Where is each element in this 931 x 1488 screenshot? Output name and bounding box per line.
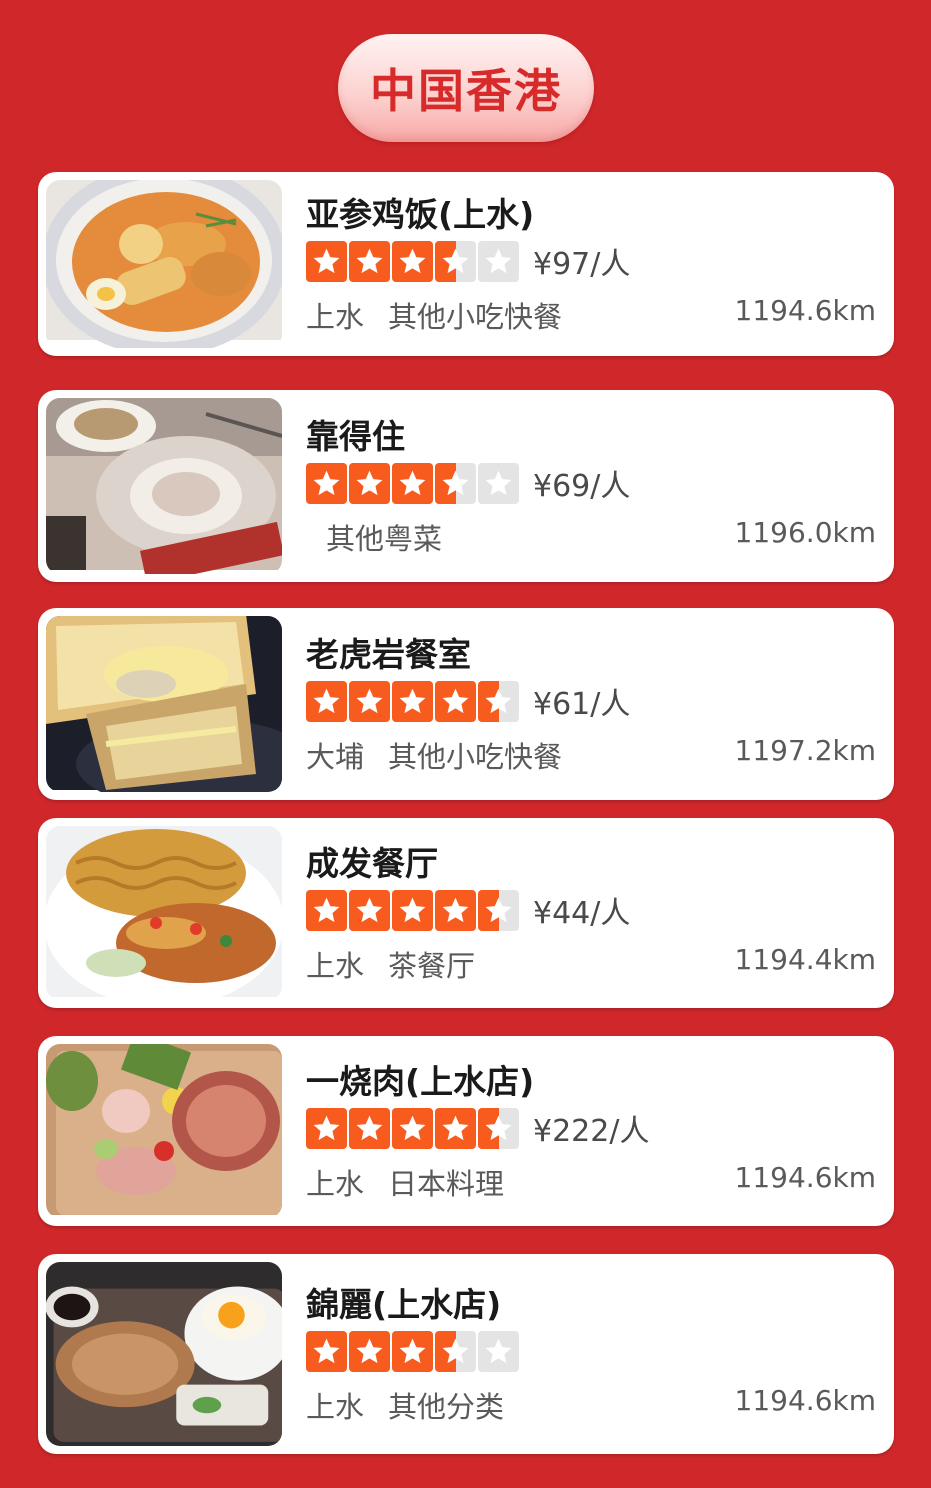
rating-star-icon bbox=[435, 240, 476, 282]
restaurant-meta: 上水 茶餐厅 bbox=[306, 943, 475, 985]
price-per-person: ¥69/人 bbox=[533, 469, 631, 504]
rating-star-icon bbox=[478, 1107, 519, 1149]
restaurant-meta: 上水 其他小吃快餐 bbox=[306, 294, 562, 336]
rating-row: ¥222/人 bbox=[306, 1107, 649, 1149]
restaurant-info: 老虎岩餐室 ¥61/人大埔 其他小吃快餐 1197.2km bbox=[306, 608, 876, 800]
area-label: 上水 bbox=[306, 949, 365, 983]
restaurant-photo[interactable] bbox=[46, 1044, 282, 1218]
rating-star-icon bbox=[435, 462, 476, 504]
star-rating bbox=[306, 240, 519, 282]
rating-star-icon bbox=[349, 1330, 390, 1372]
rating-star-icon bbox=[306, 1107, 347, 1149]
rating-star-icon bbox=[435, 1330, 476, 1372]
rating-star-icon bbox=[306, 462, 347, 504]
restaurant-meta: 上水 其他分类 bbox=[306, 1384, 504, 1426]
price-per-person: ¥222/人 bbox=[533, 1114, 650, 1149]
restaurant-info: 錦麗(上水店) 上水 其他分类 1194.6km bbox=[306, 1254, 876, 1454]
star-rating bbox=[306, 889, 519, 931]
distance-label: 1194.4km bbox=[734, 943, 876, 976]
restaurant-info: 靠得住 ¥69/人其他粤菜 1196.0km bbox=[306, 390, 876, 582]
area-label: 上水 bbox=[306, 1167, 365, 1201]
category-label: 其他分类 bbox=[388, 1390, 505, 1424]
distance-label: 1194.6km bbox=[734, 1384, 876, 1417]
rating-star-icon bbox=[478, 240, 519, 282]
rating-star-icon bbox=[435, 1107, 476, 1149]
rating-star-icon bbox=[435, 680, 476, 722]
rating-star-icon bbox=[306, 889, 347, 931]
rating-star-icon bbox=[435, 889, 476, 931]
restaurant-card[interactable]: 老虎岩餐室 ¥61/人大埔 其他小吃快餐 1197.2km bbox=[38, 608, 894, 800]
rating-row: ¥44/人 bbox=[306, 889, 630, 931]
rating-star-icon bbox=[392, 462, 433, 504]
price-per-person: ¥61/人 bbox=[533, 687, 631, 722]
star-rating bbox=[306, 1107, 519, 1149]
category-label: 其他小吃快餐 bbox=[388, 740, 563, 774]
restaurant-name: 成发餐厅 bbox=[306, 844, 438, 883]
distance-label: 1197.2km bbox=[734, 734, 876, 767]
category-label: 其他粤菜 bbox=[326, 522, 443, 556]
distance-label: 1194.6km bbox=[734, 294, 876, 327]
region-title: 中国香港 bbox=[370, 64, 562, 118]
rating-star-icon bbox=[478, 680, 519, 722]
rating-star-icon bbox=[392, 1330, 433, 1372]
distance-label: 1194.6km bbox=[734, 1161, 876, 1194]
rating-star-icon bbox=[478, 1330, 519, 1372]
rating-star-icon bbox=[349, 462, 390, 504]
restaurant-info: 亚参鸡饭(上水) ¥97/人上水 其他小吃快餐 1194.6km bbox=[306, 172, 876, 356]
restaurant-card[interactable]: 亚参鸡饭(上水) ¥97/人上水 其他小吃快餐 1194.6km bbox=[38, 172, 894, 356]
rating-star-icon bbox=[349, 680, 390, 722]
rating-star-icon bbox=[478, 462, 519, 504]
category-label: 日本料理 bbox=[388, 1167, 505, 1201]
restaurant-card[interactable]: 靠得住 ¥69/人其他粤菜 1196.0km bbox=[38, 390, 894, 582]
restaurant-card[interactable]: 錦麗(上水店) 上水 其他分类 1194.6km bbox=[38, 1254, 894, 1454]
rating-star-icon bbox=[306, 1330, 347, 1372]
rating-row: ¥61/人 bbox=[306, 680, 630, 722]
category-label: 其他小吃快餐 bbox=[388, 300, 563, 334]
restaurant-info: 成发餐厅 ¥44/人上水 茶餐厅 1194.4km bbox=[306, 818, 876, 1008]
rating-star-icon bbox=[306, 240, 347, 282]
price-per-person: ¥44/人 bbox=[533, 896, 631, 931]
restaurant-meta: 上水 日本料理 bbox=[306, 1161, 504, 1203]
rating-row: ¥97/人 bbox=[306, 240, 630, 282]
rating-star-icon bbox=[392, 680, 433, 722]
restaurant-photo[interactable] bbox=[46, 180, 282, 348]
restaurant-name: 靠得住 bbox=[306, 417, 405, 456]
rating-row: ¥69/人 bbox=[306, 462, 630, 504]
rating-row bbox=[306, 1330, 533, 1372]
star-rating bbox=[306, 1330, 519, 1372]
rating-star-icon bbox=[349, 240, 390, 282]
rating-star-icon bbox=[392, 240, 433, 282]
restaurant-meta: 大埔 其他小吃快餐 bbox=[306, 734, 562, 776]
category-label: 茶餐厅 bbox=[388, 949, 476, 983]
restaurant-list: 亚参鸡饭(上水) ¥97/人 上水 其他小吃快餐 1194.6km 靠得住 ¥69/人 其他… bbox=[38, 172, 894, 1488]
restaurant-photo[interactable] bbox=[46, 1262, 282, 1446]
star-rating bbox=[306, 462, 519, 504]
restaurant-meta: 其他粤菜 bbox=[306, 516, 442, 558]
rating-star-icon bbox=[392, 1107, 433, 1149]
restaurant-photo[interactable] bbox=[46, 826, 282, 1000]
restaurant-name: 一烧肉(上水店) bbox=[306, 1062, 535, 1101]
area-label: 上水 bbox=[306, 300, 365, 334]
distance-label: 1196.0km bbox=[734, 516, 876, 549]
area-label: 上水 bbox=[306, 1390, 365, 1424]
area-label: 大埔 bbox=[306, 740, 365, 774]
restaurant-name: 錦麗(上水店) bbox=[306, 1285, 502, 1324]
rating-star-icon bbox=[349, 1107, 390, 1149]
restaurant-card[interactable]: 成发餐厅 ¥44/人上水 茶餐厅 1194.4km bbox=[38, 818, 894, 1008]
restaurant-info: 一烧肉(上水店) ¥222/人 上水 日本料理 1194.6km bbox=[306, 1036, 876, 1226]
restaurant-name: 老虎岩餐室 bbox=[306, 635, 471, 674]
star-rating bbox=[306, 680, 519, 722]
region-title-pill: 中国香港 bbox=[338, 34, 594, 142]
restaurant-name: 亚参鸡饭(上水) bbox=[306, 195, 535, 234]
restaurant-photo[interactable] bbox=[46, 616, 282, 792]
rating-star-icon bbox=[478, 889, 519, 931]
rating-star-icon bbox=[306, 680, 347, 722]
rating-star-icon bbox=[349, 889, 390, 931]
restaurant-card[interactable]: 一烧肉(上水店) ¥222/人 上水 日本料理 1194.6km bbox=[38, 1036, 894, 1226]
price-per-person: ¥97/人 bbox=[533, 247, 631, 282]
restaurant-photo[interactable] bbox=[46, 398, 282, 574]
rating-star-icon bbox=[392, 889, 433, 931]
